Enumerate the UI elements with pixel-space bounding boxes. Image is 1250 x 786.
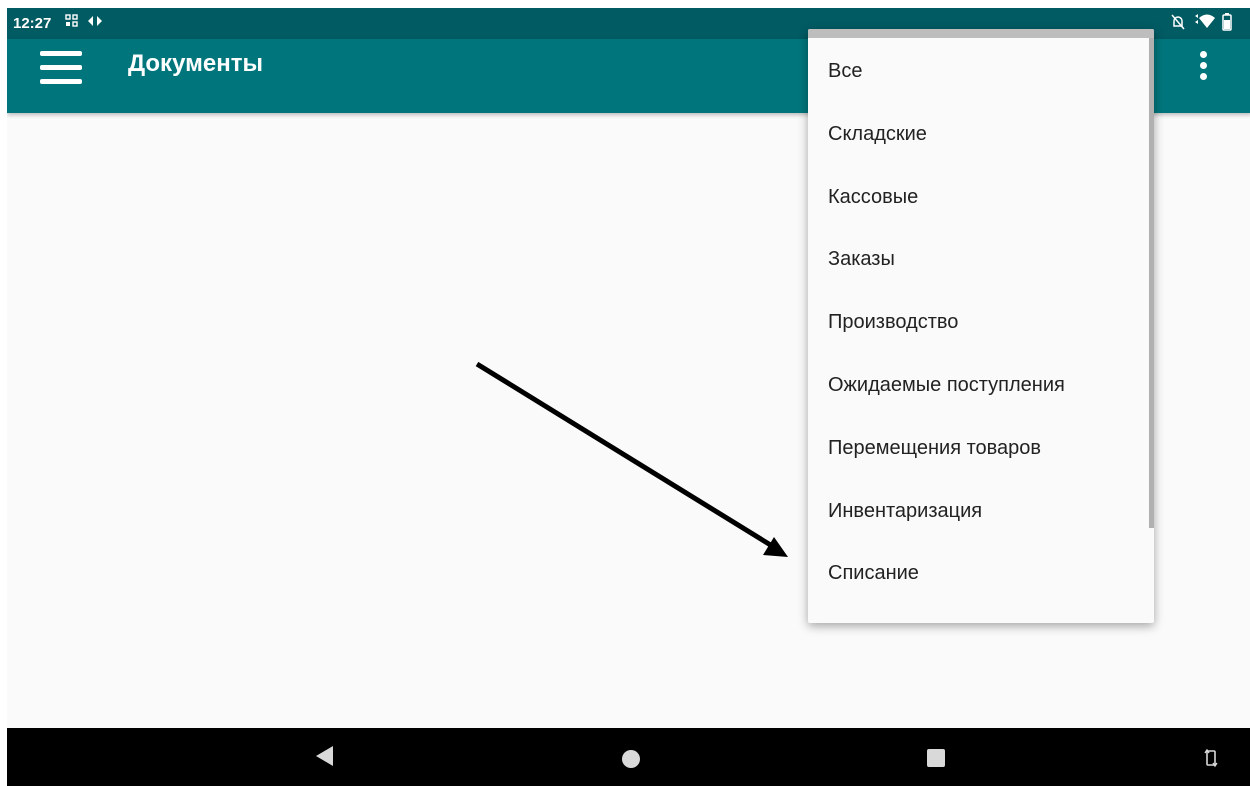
dropdown-list: Все Складские Кассовые Заказы Производст… <box>808 40 1154 605</box>
filter-dropdown-menu: Все Складские Кассовые Заказы Производст… <box>808 29 1154 623</box>
navigation-bar <box>7 728 1250 786</box>
recents-square-icon[interactable] <box>926 748 946 773</box>
menu-item-expected-receipts[interactable]: Ожидаемые поступления <box>808 354 1154 417</box>
menu-item-cash[interactable]: Кассовые <box>808 166 1154 229</box>
menu-item-production[interactable]: Производство <box>808 291 1154 354</box>
back-triangle-icon[interactable] <box>315 745 335 772</box>
menu-item-all[interactable]: Все <box>808 40 1154 103</box>
menu-item-write-off[interactable]: Списание <box>808 542 1154 605</box>
device-screen: 12:27 Документы Все Складские Кассовые З… <box>7 8 1250 786</box>
dropdown-top-edge <box>808 29 1154 38</box>
home-circle-icon[interactable] <box>621 749 641 774</box>
menu-item-orders[interactable]: Заказы <box>808 228 1154 291</box>
menu-item-inventory[interactable]: Инвентаризация <box>808 480 1154 543</box>
menu-item-goods-transfer[interactable]: Перемещения товаров <box>808 417 1154 480</box>
rotate-icon[interactable] <box>1204 747 1218 774</box>
menu-item-warehouse[interactable]: Складские <box>808 103 1154 166</box>
